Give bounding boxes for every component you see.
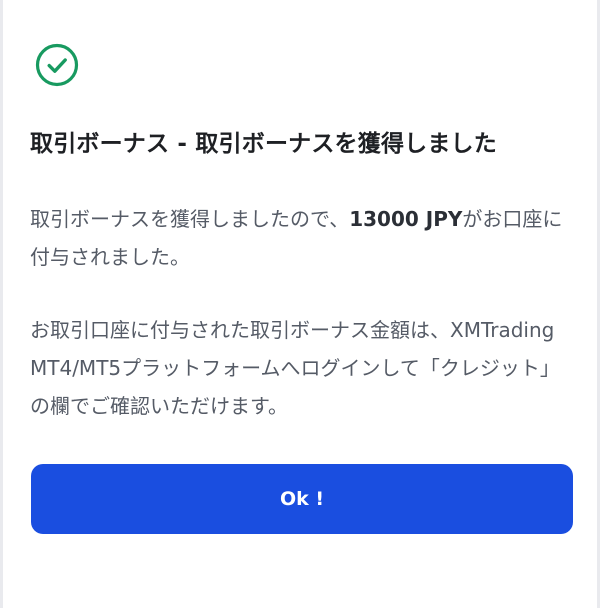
check-mark [47, 58, 67, 73]
bonus-message: 取引ボーナスを獲得しましたので、13000 JPYがお口座に付与されました。 [30, 200, 578, 276]
bonus-amount: 13000 JPY [349, 207, 463, 231]
bonus-dialog: 取引ボーナス - 取引ボーナスを獲得しました 取引ボーナスを獲得しましたので、1… [3, 0, 597, 608]
dialog-title: 取引ボーナス - 取引ボーナスを獲得しました [30, 131, 497, 157]
bonus-message-prefix: 取引ボーナスを獲得しましたので、 [30, 207, 350, 231]
check-circle-ring [35, 43, 79, 87]
ok-button[interactable]: Ok ! [31, 464, 573, 534]
credit-info-message: お取引口座に付与された取引ボーナス金額は、XMTrading MT4/MT5プラ… [30, 318, 560, 418]
check-circle-icon [35, 43, 79, 87]
